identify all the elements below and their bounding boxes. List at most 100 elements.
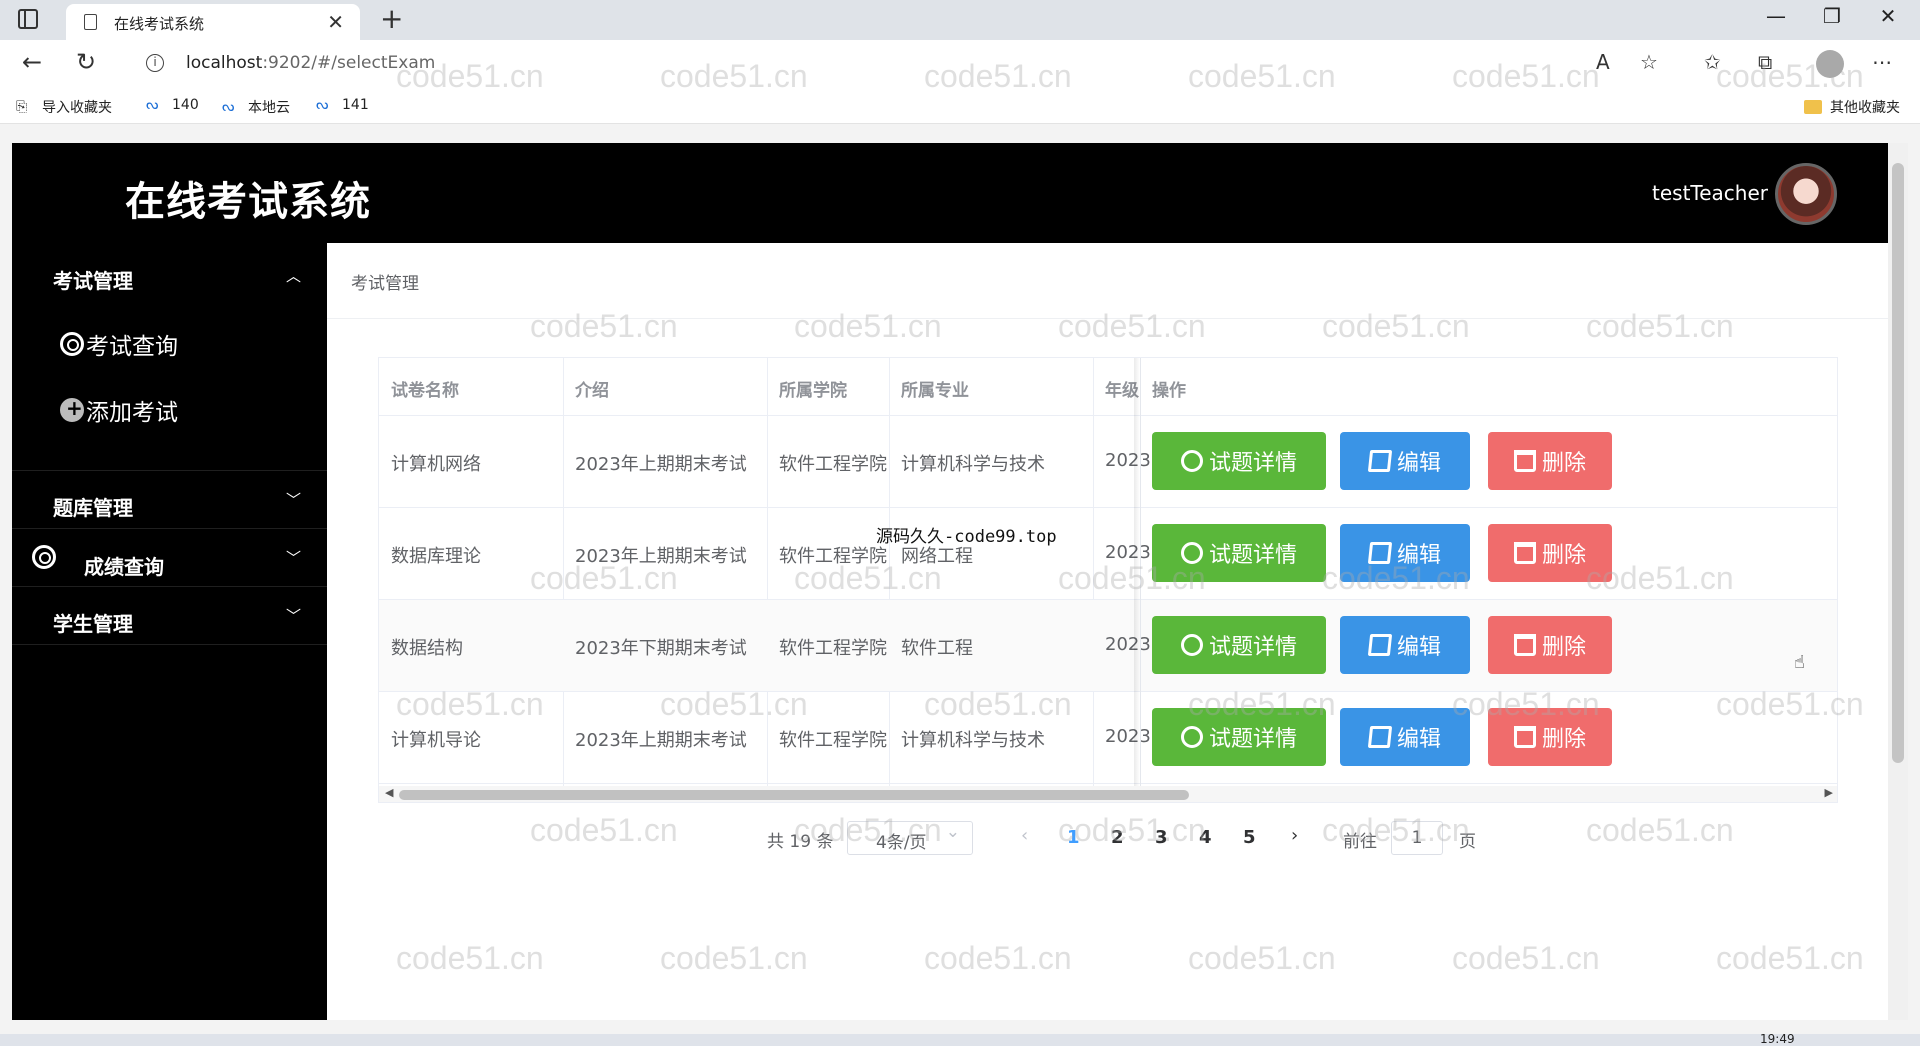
edit-button[interactable]: 编辑 [1340,524,1470,582]
page-size-select[interactable]: 4条/页 [847,821,973,855]
profile-icon[interactable] [1816,50,1844,78]
page-icon [84,14,97,30]
clock: 19:49 [1760,1032,1795,1046]
bookmark-other[interactable]: 其他收藏夹 [1804,97,1900,117]
chevron-up-icon[interactable]: ︿ [286,265,301,286]
address-bar[interactable]: i localhost:9202/#/selectExam [130,46,1650,82]
menu-title-question-bank[interactable]: 题库管理 [53,492,133,521]
menu-group-scores[interactable]: 成绩查询 ﹀ [12,529,327,587]
cloud-icon: ᔓ [146,97,159,113]
menu-title-students[interactable]: 学生管理 [53,608,133,637]
browser-navbar: ← ↻ i localhost:9202/#/selectExam A ☆ ✩ … [0,40,1920,88]
detail-button[interactable]: 试题详情 [1152,616,1326,674]
more-icon[interactable]: ⋯ [1872,50,1892,74]
edit-button[interactable]: 编辑 [1340,432,1470,490]
page-3[interactable]: 3 [1155,827,1168,848]
trash-icon [1513,726,1536,748]
search-icon [1180,542,1203,564]
maximize-icon[interactable]: ❐ [1812,4,1852,28]
menu-group-question-bank[interactable]: 题库管理 ﹀ [12,471,327,529]
minimize-icon[interactable]: — [1756,4,1796,28]
back-icon[interactable]: ← [22,48,42,76]
url-text: localhost:9202/#/selectExam [186,53,436,73]
goto-page-input[interactable] [1391,821,1443,855]
username[interactable]: testTeacher [1652,181,1768,205]
header-college: 所属学院 [779,381,847,401]
edit-button[interactable]: 编辑 [1340,708,1470,766]
goto-unit: 页 [1459,832,1476,852]
close-tab-icon[interactable]: ✕ [327,10,344,34]
page-2[interactable]: 2 [1111,827,1124,848]
cell-grade: 2023 [1105,726,1151,747]
search-icon [1180,634,1203,656]
page-vertical-scrollbar[interactable] [1888,143,1908,1020]
delete-button[interactable]: 删除 [1488,708,1612,766]
cell-paper-name: 数据结构 [391,638,463,659]
read-aloud-icon[interactable]: A [1596,50,1610,74]
window-close-icon[interactable]: ✕ [1868,4,1908,28]
info-icon[interactable]: i [146,54,164,72]
add-favorite-icon[interactable]: ☆ [1640,50,1658,74]
menu-title-scores[interactable]: 成绩查询 [84,551,164,580]
overlay-watermark-text: 源码久久-code99.top [876,527,1057,547]
sidebar: 考试管理 ︿ 考试查询 添加考试 题库管理 ﹀ 成绩查询 ﹀ 学生管理 ﹀ [12,243,327,1020]
cell-grade: 2023 [1105,450,1151,471]
detail-button[interactable]: 试题详情 [1152,708,1326,766]
cell-paper-name: 计算机网络 [391,454,481,475]
trash-icon [1513,450,1536,472]
chevron-down-icon[interactable]: ﹀ [286,547,301,568]
new-tab-icon[interactable]: + [380,2,403,35]
breadcrumb: 考试管理 [351,274,419,294]
menu-title-exam[interactable]: 考试管理 [53,265,133,294]
menu-group-students[interactable]: 学生管理 ﹀ [12,587,327,645]
bookmark-141[interactable]: ᔓ 141 [316,97,369,113]
page-4[interactable]: 4 [1199,827,1212,848]
menu-item-add-exam[interactable]: 添加考试 [60,393,178,427]
edit-icon [1367,634,1393,656]
chevron-down-icon[interactable]: ﹀ [286,605,301,626]
favorites-icon[interactable]: ✩ [1704,50,1721,74]
chevron-down-icon[interactable]: ﹀ [286,489,301,510]
add-icon [60,396,84,422]
scrollbar-thumb[interactable] [399,790,1189,800]
pagination: 共 19 条 4条/页 ‹ 1 2 3 4 5 › 前往 页 [327,821,1888,855]
tab-actions-icon[interactable] [18,9,38,29]
prev-page-icon[interactable]: ‹ [1021,825,1028,846]
user-avatar[interactable] [1775,163,1837,225]
bookmark-local-cloud[interactable]: ᔓ 本地云 [222,97,290,117]
scroll-left-icon[interactable]: ◀ [385,786,393,799]
search-icon [1180,450,1203,472]
search-icon [32,545,56,569]
page-1[interactable]: 1 [1067,827,1080,848]
table-row: 计算机网络 2023年上期期末考试 软件工程学院 计算机科学与技术 2023 [379,416,1837,508]
bookmark-140[interactable]: ᔓ 140 [146,97,199,113]
horizontal-scrollbar[interactable]: ◀ ▶ [379,786,1837,802]
trash-icon [1513,542,1536,564]
search-icon [1180,726,1203,748]
cell-major: 软件工程 [901,638,973,659]
cell-intro: 2023年上期期末考试 [575,546,747,567]
delete-button[interactable]: 删除 [1488,616,1612,674]
edit-button[interactable]: 编辑 [1340,616,1470,674]
import-icon: ⎘ [16,99,28,115]
bookmarks-bar: ⎘ 导入收藏夹 ᔓ 140 ᔓ 本地云 ᔓ 141 其他收藏夹 [0,88,1920,124]
table-row: 数据结构 2023年下期期末考试 软件工程学院 软件工程 2023 [379,600,1837,692]
page-5[interactable]: 5 [1243,827,1256,848]
collections-icon[interactable]: ⧉ [1758,50,1772,74]
scroll-right-icon[interactable]: ▶ [1825,786,1833,799]
refresh-icon[interactable]: ↻ [76,48,96,76]
bookmark-import[interactable]: ⎘ 导入收藏夹 [16,97,112,117]
main-content: 考试管理 试卷名称 介绍 所属学院 所属专业 年级 操作 计算机网络 2023年… [327,243,1888,1020]
detail-button[interactable]: 试题详情 [1152,524,1326,582]
next-page-icon[interactable]: › [1291,825,1298,846]
header-intro: 介绍 [575,381,609,401]
detail-button[interactable]: 试题详情 [1152,432,1326,490]
menu-item-label: 考试查询 [86,334,178,360]
goto-label: 前往 [1343,832,1377,852]
browser-tab[interactable]: 在线考试系统 ✕ [66,4,360,40]
scrollbar-thumb[interactable] [1892,163,1904,763]
delete-button[interactable]: 删除 [1488,432,1612,490]
cell-college: 软件工程学院 [779,546,887,567]
delete-button[interactable]: 删除 [1488,524,1612,582]
menu-item-exam-query[interactable]: 考试查询 [60,327,178,361]
